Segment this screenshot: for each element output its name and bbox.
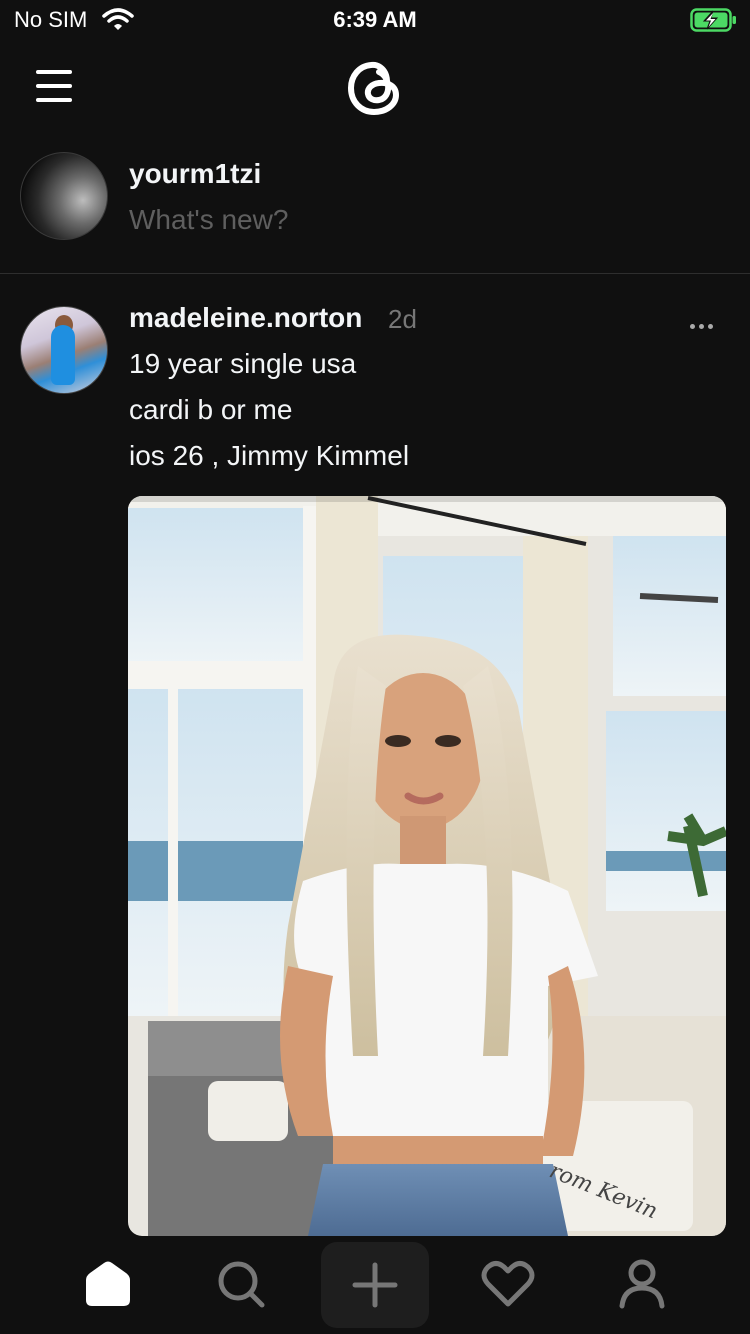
threads-logo-icon[interactable]: [343, 52, 407, 122]
post-text-line: cardi b or me: [129, 394, 293, 425]
clock: 6:39 AM: [333, 7, 417, 32]
composer-username: yourm1tzi: [129, 158, 262, 189]
battery-charging-icon: [690, 8, 736, 32]
post-text-line: ios 26 , Jimmy Kimmel: [129, 440, 410, 471]
heart-icon[interactable]: [478, 1258, 538, 1310]
bottom-tab-bar: [0, 1236, 750, 1334]
hamburger-icon[interactable]: [36, 70, 76, 104]
top-bar: [0, 44, 750, 130]
post-username[interactable]: madeleine.norton: [129, 302, 362, 334]
post-timestamp: 2d: [388, 304, 417, 334]
post-avatar[interactable]: [20, 306, 108, 394]
avatar[interactable]: [20, 152, 108, 240]
post-text-line: 19 year single usa: [129, 348, 357, 379]
post-photo[interactable]: rom Kevin: [128, 496, 726, 1236]
search-icon[interactable]: [210, 1258, 270, 1310]
composer-prompt-input[interactable]: What's new?: [129, 204, 288, 236]
profile-icon[interactable]: [612, 1258, 672, 1310]
more-options-icon[interactable]: [690, 316, 720, 329]
status-bar: No SIM 6:39 AM: [0, 0, 750, 40]
home-icon[interactable]: [78, 1258, 138, 1310]
create-button[interactable]: [321, 1242, 429, 1328]
new-thread-composer[interactable]: yourm1tzi What's new?: [0, 140, 750, 274]
plus-icon: [352, 1262, 398, 1308]
